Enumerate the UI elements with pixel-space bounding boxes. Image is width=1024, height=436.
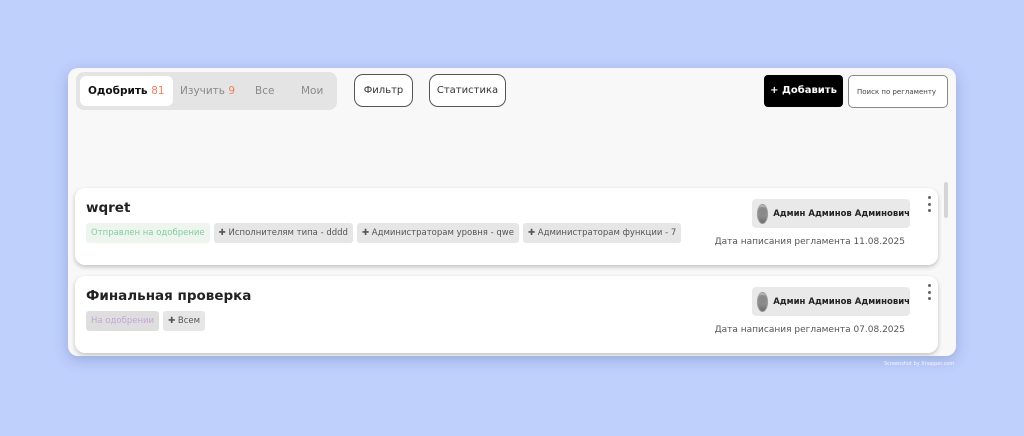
audience-tag: ✚ Исполнителям типа - dddd bbox=[213, 223, 353, 243]
status-badge: Отправлен на одобрение bbox=[86, 223, 210, 243]
status-badge: На одобрении bbox=[86, 311, 160, 331]
tab-approve[interactable]: Одобрить 81 bbox=[80, 76, 173, 106]
regulation-card[interactable]: wqret Отправлен на одобрение ✚ Исполните… bbox=[75, 188, 938, 265]
author-name: Админ Админов Админович bbox=[773, 208, 910, 219]
card-title: Финальная проверка bbox=[86, 288, 252, 304]
filter-button[interactable]: Фильтр bbox=[354, 74, 413, 107]
tab-all-label: Все bbox=[255, 85, 275, 97]
search-input[interactable] bbox=[848, 75, 948, 108]
author-chip[interactable]: Админ Админов Админович bbox=[752, 287, 910, 316]
tag-list: На одобрении ✚ Всем bbox=[86, 311, 206, 331]
avatar bbox=[757, 203, 769, 224]
tab-study-count: 9 bbox=[228, 85, 236, 97]
tab-approve-count: 81 bbox=[151, 85, 165, 97]
audience-tag: ✚ Всем bbox=[163, 311, 206, 331]
more-vertical-icon[interactable] bbox=[926, 284, 932, 300]
tab-study-label: Изучить bbox=[180, 85, 225, 97]
audience-tag: ✚ Администраторам функции - 7 bbox=[522, 223, 682, 243]
app-window: Одобрить 81 Изучить 9 Все Мои Фильтр Ста… bbox=[68, 68, 956, 356]
card-title: wqret bbox=[86, 200, 131, 216]
regulation-card[interactable]: Финальная проверка На одобрении ✚ Всем А… bbox=[75, 276, 938, 353]
tab-study[interactable]: Изучить 9 bbox=[180, 76, 235, 106]
tag-list: Отправлен на одобрение ✚ Исполнителям ти… bbox=[86, 223, 682, 243]
add-button[interactable]: + Добавить bbox=[764, 75, 843, 107]
tab-approve-label: Одобрить bbox=[88, 85, 148, 97]
more-vertical-icon[interactable] bbox=[926, 196, 932, 212]
date-label: Дата написания регламента 11.08.2025 bbox=[714, 237, 905, 247]
avatar bbox=[757, 291, 769, 312]
author-chip[interactable]: Админ Админов Админович bbox=[752, 199, 910, 228]
scrollbar-thumb[interactable] bbox=[944, 182, 948, 218]
watermark: Screenshot by Xnapper.com bbox=[884, 361, 955, 367]
author-name: Админ Админов Админович bbox=[773, 296, 910, 307]
tab-all[interactable]: Все bbox=[255, 76, 274, 106]
date-label: Дата написания регламента 07.08.2025 bbox=[714, 325, 905, 335]
stats-button[interactable]: Статистика bbox=[429, 74, 506, 107]
tab-mine[interactable]: Мои bbox=[301, 76, 323, 106]
audience-tag: ✚ Администраторам уровня - qwe bbox=[356, 223, 519, 243]
tab-group: Одобрить 81 Изучить 9 Все Мои bbox=[76, 72, 337, 110]
tab-mine-label: Мои bbox=[301, 85, 324, 97]
